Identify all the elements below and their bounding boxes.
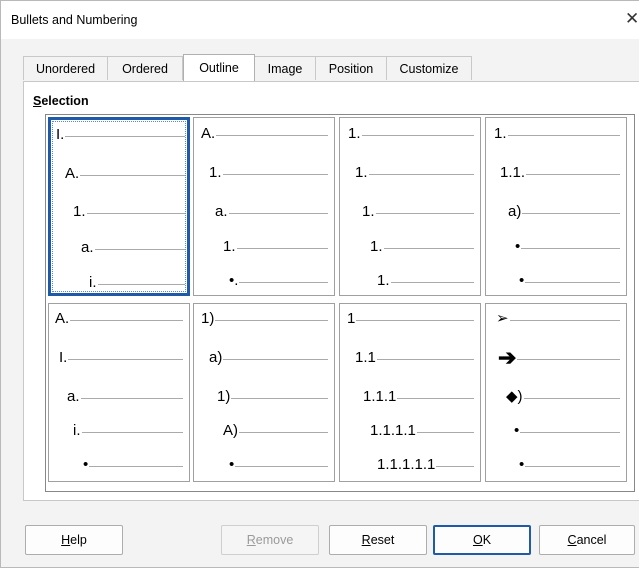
level-3-label: 1. [73, 203, 87, 220]
level-4-label: 1.1.1.1 [370, 422, 417, 439]
level-5-label: •. [229, 272, 240, 289]
level-3-label: 1) [217, 388, 232, 405]
bullets-dialog: Bullets and Numbering ✕ Unordered Ordere… [0, 0, 639, 568]
level-1-label: 1. [348, 125, 362, 142]
level-3-label: 1. [362, 203, 376, 220]
tab-image[interactable]: Image [254, 56, 316, 80]
selection-grid: I. A. 1. a. i. A. 1. a. 1. •. 1. 1. 1. 1… [45, 114, 635, 492]
level-4-label: 1. [223, 238, 237, 255]
outline-preview-4[interactable]: A. I. a. i. • [48, 303, 190, 482]
selection-heading-text: election [41, 94, 89, 108]
cancel-access-key: C [567, 533, 577, 547]
level-4-label: • [514, 422, 521, 439]
help-label: elp [70, 533, 87, 547]
level-2-label: ➔ [498, 345, 518, 370]
reset-access-key: R [361, 533, 371, 547]
outline-preview-0[interactable]: I. A. 1. a. i. [48, 117, 190, 296]
tab-unordered[interactable]: Unordered [23, 56, 108, 80]
level-4-label: a. [81, 239, 95, 256]
level-4-label: 1. [370, 238, 384, 255]
level-1-label: 1. [494, 125, 508, 142]
level-5-label: • [519, 272, 526, 289]
level-5-label: i. [89, 274, 98, 291]
level-5-label: • [229, 456, 236, 473]
help-button[interactable]: Help [25, 525, 123, 555]
level-5-label: • [83, 456, 90, 473]
outline-preview-2[interactable]: 1. 1. 1. 1. 1. [339, 117, 481, 296]
level-2-label: 1.1 [355, 349, 377, 366]
selection-heading: Selection [33, 94, 89, 108]
level-2-label: 1. [355, 164, 369, 181]
remove-label: emove [255, 533, 294, 547]
ok-label: K [482, 533, 492, 547]
remove-access-key: R [246, 533, 256, 547]
ok-access-key: O [472, 533, 483, 547]
level-3-label: a) [508, 203, 523, 220]
level-2-label: a) [209, 349, 224, 366]
level-3-label: 1.1.1 [363, 388, 398, 405]
level-1-label: ➢ [496, 310, 510, 327]
level-2-label: 1.1. [500, 164, 527, 181]
level-5-label: • [519, 456, 526, 473]
level-1-label: A. [55, 310, 71, 327]
outline-preview-7[interactable]: ➢ ➔ ◆) • • [485, 303, 627, 482]
level-4-label: i. [73, 422, 82, 439]
outline-preview-6[interactable]: 1 1.1 1.1.1 1.1.1.1 1.1.1.1.1 [339, 303, 481, 482]
level-2-label: A. [65, 165, 81, 182]
reset-button[interactable]: Reset [329, 525, 427, 555]
cancel-label: ancel [576, 533, 607, 547]
level-1-label: 1 [347, 310, 357, 327]
level-1-label: 1) [201, 310, 216, 327]
level-3-label: a. [215, 203, 229, 220]
remove-button[interactable]: Remove [221, 525, 319, 555]
level-1-label: A. [201, 125, 217, 142]
close-icon[interactable]: ✕ [625, 9, 639, 29]
outline-preview-3[interactable]: 1. 1.1. a) • • [485, 117, 627, 296]
level-2-label: I. [59, 349, 69, 366]
help-access-key: H [61, 533, 71, 547]
level-5-label: 1. [377, 272, 391, 289]
level-3-label: a. [67, 388, 81, 405]
outline-preview-5[interactable]: 1) a) 1) A) • [193, 303, 335, 482]
level-3-label: ◆) [506, 388, 524, 405]
cancel-button[interactable]: Cancel [539, 525, 635, 555]
level-4-label: A) [223, 422, 239, 439]
reset-label: eset [370, 533, 395, 547]
tab-position[interactable]: Position [315, 56, 387, 80]
tab-ordered[interactable]: Ordered [107, 56, 183, 80]
level-5-label: 1.1.1.1.1 [377, 456, 437, 473]
dialog-title: Bullets and Numbering [11, 13, 138, 27]
ok-button[interactable]: OK [433, 525, 531, 555]
level-4-label: • [515, 238, 522, 255]
level-2-label: 1. [209, 164, 223, 181]
title-bar: Bullets and Numbering ✕ [1, 1, 639, 39]
tab-customize[interactable]: Customize [386, 56, 472, 80]
tab-outline[interactable]: Outline [183, 54, 255, 81]
outline-preview-1[interactable]: A. 1. a. 1. •. [193, 117, 335, 296]
level-1-label: I. [56, 126, 66, 143]
